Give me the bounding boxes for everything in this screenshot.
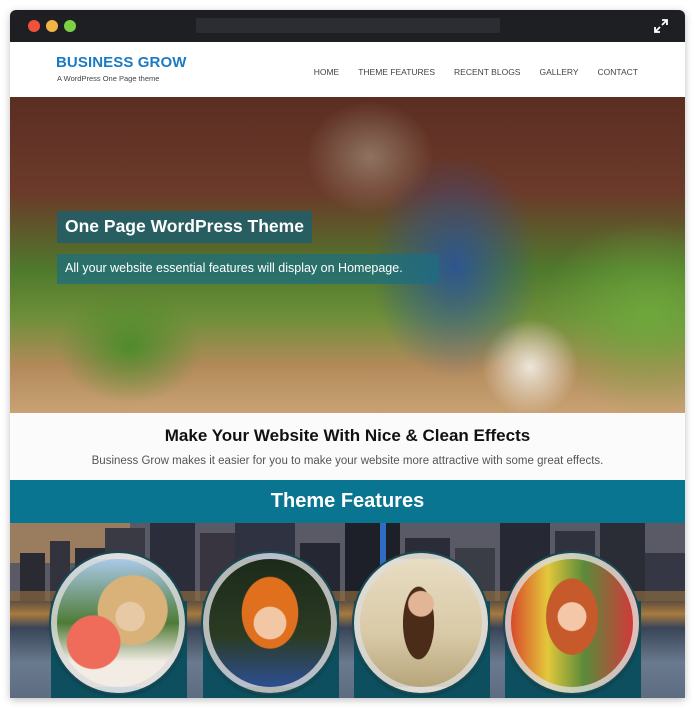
feature-portrait-image[interactable] — [203, 553, 337, 693]
browser-window: BUSINESS GROW A WordPress One Page theme… — [10, 10, 685, 698]
intro-text: Business Grow makes it easier for you to… — [91, 455, 604, 467]
intro-section: Make Your Website With Nice & Clean Effe… — [10, 413, 685, 480]
feature-portrait-image[interactable] — [354, 553, 488, 693]
zoom-window-button[interactable] — [64, 20, 76, 32]
features-title: Theme Features — [270, 490, 425, 512]
nav-item-contact[interactable]: CONTACT — [598, 67, 638, 77]
hero-slider: One Page WordPress Theme All your websit… — [10, 97, 685, 413]
browser-chrome — [10, 10, 685, 42]
features-area — [10, 523, 685, 698]
nav-item-gallery[interactable]: GALLERY — [539, 67, 578, 77]
hero-title: One Page WordPress Theme — [65, 216, 304, 236]
minimize-window-button[interactable] — [46, 20, 58, 32]
feature-portrait-image[interactable] — [51, 553, 185, 693]
expand-arrows-icon[interactable] — [653, 18, 669, 34]
nav-item-home[interactable]: HOME — [314, 67, 340, 77]
address-bar[interactable] — [196, 18, 500, 33]
close-window-button[interactable] — [28, 20, 40, 32]
nav-item-recent-blogs[interactable]: RECENT BLOGS — [454, 67, 520, 77]
site-logo-title[interactable]: BUSINESS GROW — [56, 54, 186, 71]
main-nav: HOME THEME FEATURES RECENT BLOGS GALLERY… — [295, 67, 638, 77]
nav-item-theme-features[interactable]: THEME FEATURES — [358, 67, 435, 77]
feature-portrait-image[interactable] — [505, 553, 639, 693]
site-header: BUSINESS GROW A WordPress One Page theme… — [10, 42, 685, 97]
hero-subtitle: All your website essential features will… — [65, 261, 403, 275]
hero-title-box: One Page WordPress Theme — [57, 211, 312, 243]
site-tagline: A WordPress One Page theme — [57, 74, 160, 83]
intro-title: Make Your Website With Nice & Clean Effe… — [164, 426, 531, 445]
hero-subtitle-box: All your website essential features will… — [57, 254, 439, 284]
features-heading-band: Theme Features — [10, 480, 685, 523]
